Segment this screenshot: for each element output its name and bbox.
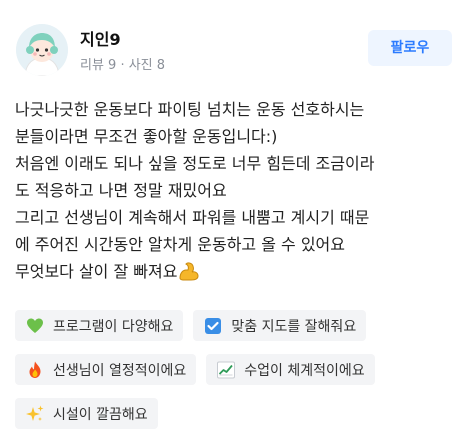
review-line: 도 적응하고 나면 정말 재밌어요: [15, 181, 227, 200]
tag-systematic-class[interactable]: 수업이 체계적이에요: [206, 354, 375, 385]
tag-label: 수업이 체계적이에요: [244, 362, 365, 379]
flexed-biceps-icon: [178, 261, 200, 281]
keyword-tags: 프로그램이 다양해요 맞춤 지도를 잘해줘요 선생님이 열정적이에요 수업이 체…: [15, 310, 455, 442]
review-line: 처음엔 이래도 되나 싶을 정도로 너무 힘든데 조금이라: [15, 154, 375, 173]
tag-label: 프로그램이 다양해요: [53, 318, 174, 335]
tag-label: 맞춤 지도를 잘해줘요: [231, 318, 357, 335]
tag-clean-facility[interactable]: 시설이 깔끔해요: [15, 398, 158, 429]
green-heart-icon: [25, 316, 45, 336]
review-line: 무엇보다 살이 잘 빠져요: [15, 262, 178, 281]
review-line: 그리고 선생님이 계속해서 파워를 내뿜고 계시기 때문: [15, 208, 370, 227]
chart-increasing-icon: [216, 360, 236, 380]
review-text: 나긋나긋한 운동보다 파이팅 넘치는 운동 선호하시는 분들이라면 무조건 좋아…: [15, 96, 455, 285]
review-line: 에 주어진 시간동안 알차게 운동하고 올 수 있어요: [15, 235, 346, 254]
check-box-icon: [203, 316, 223, 336]
review-header: 지인9 리뷰 9 · 사진 8 팔로우: [16, 20, 452, 80]
tag-custom-coaching[interactable]: 맞춤 지도를 잘해줘요: [193, 310, 367, 341]
avatar[interactable]: [16, 24, 68, 76]
tag-programs-varied[interactable]: 프로그램이 다양해요: [15, 310, 184, 341]
follow-button[interactable]: 팔로우: [368, 30, 452, 66]
user-meta: 리뷰 9 · 사진 8: [80, 58, 166, 73]
sparkles-icon: [25, 404, 45, 424]
fire-icon: [25, 360, 45, 380]
tag-label: 선생님이 열정적이에요: [53, 362, 187, 379]
tag-label: 시설이 깔끔해요: [53, 406, 148, 423]
tag-passionate-teacher[interactable]: 선생님이 열정적이에요: [15, 354, 197, 385]
review-line: 나긋나긋한 운동보다 파이팅 넘치는 운동 선호하시는: [15, 100, 365, 119]
user-name[interactable]: 지인9: [80, 26, 121, 50]
review-line-last: 무엇보다 살이 잘 빠져요: [15, 258, 455, 285]
review-line: 분들이라면 무조건 좋아할 운동입니다:): [15, 127, 278, 146]
